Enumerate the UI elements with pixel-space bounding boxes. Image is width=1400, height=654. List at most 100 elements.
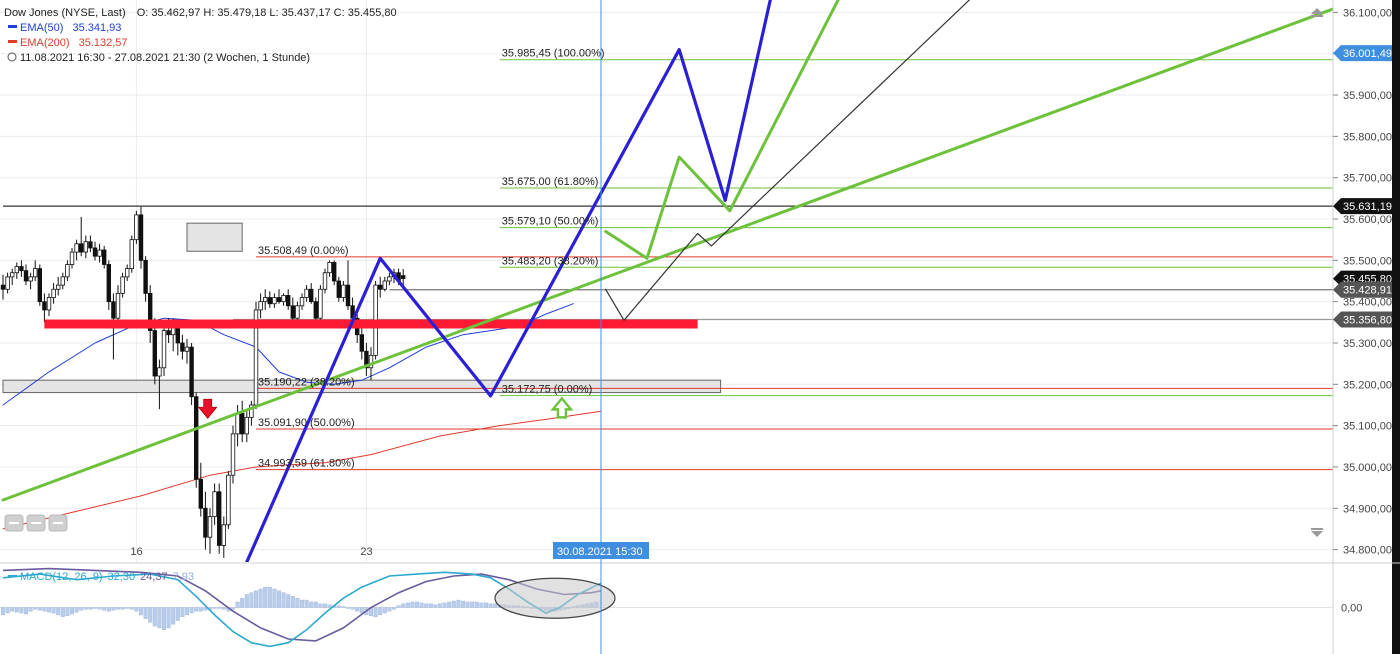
candle[interactable] — [120, 272, 125, 298]
pane-button-minimize[interactable] — [4, 514, 24, 532]
candle[interactable] — [239, 400, 245, 443]
candle[interactable] — [345, 260, 351, 310]
candle[interactable] — [272, 293, 277, 308]
candle[interactable] — [14, 262, 19, 279]
candle[interactable] — [258, 293, 263, 319]
candle[interactable] — [106, 260, 111, 310]
candle[interactable] — [359, 326, 364, 360]
candle[interactable] — [304, 285, 309, 302]
candle[interactable] — [226, 471, 231, 529]
candle[interactable] — [102, 245, 107, 269]
candle[interactable] — [364, 342, 369, 377]
candle[interactable] — [69, 247, 75, 269]
macd-histogram-bar — [138, 607, 143, 616]
ema200-legend[interactable]: EMA(200) 35.132,57 — [20, 37, 128, 49]
pane-button-restore[interactable] — [26, 514, 46, 532]
candle[interactable] — [249, 400, 254, 426]
candle[interactable] — [244, 409, 249, 443]
macd-histogram-bar — [470, 601, 475, 608]
candle[interactable] — [65, 260, 70, 281]
candle[interactable] — [60, 272, 65, 290]
candle[interactable] — [322, 268, 328, 294]
candle[interactable] — [299, 293, 305, 310]
candle-body — [175, 326, 180, 344]
macd-histogram-bar — [428, 603, 433, 608]
ema50-legend[interactable]: EMA(50) 35.341,93 — [20, 22, 121, 34]
candle-body — [262, 297, 268, 303]
candle-body — [221, 524, 226, 546]
candle[interactable] — [125, 264, 130, 281]
candle[interactable] — [134, 210, 139, 244]
candle[interactable] — [143, 256, 148, 302]
candle-body — [276, 297, 282, 303]
candle[interactable] — [180, 334, 185, 360]
candle[interactable] — [221, 516, 226, 558]
macd-histogram-bar — [175, 607, 180, 621]
candle[interactable] — [9, 268, 15, 286]
candle[interactable] — [193, 392, 199, 488]
candle[interactable] — [147, 285, 153, 343]
candle[interactable] — [327, 260, 332, 277]
candle[interactable] — [336, 276, 341, 302]
candle[interactable] — [253, 301, 259, 410]
pane-button-menu[interactable] — [48, 514, 68, 532]
candle[interactable] — [83, 235, 88, 259]
candle[interactable] — [230, 425, 236, 484]
scroll-up-icon[interactable] — [1311, 8, 1323, 14]
candle[interactable] — [46, 293, 52, 317]
candle[interactable] — [216, 483, 222, 554]
candle[interactable] — [37, 264, 42, 306]
candle-body — [46, 297, 52, 311]
candle[interactable] — [382, 276, 387, 292]
candle[interactable] — [262, 289, 268, 310]
candle[interactable] — [281, 293, 286, 306]
candle-body — [79, 243, 84, 253]
candle[interactable] — [138, 206, 144, 269]
candle[interactable] — [387, 272, 392, 286]
scroll-up-bar-icon[interactable] — [1311, 15, 1323, 17]
candle[interactable] — [377, 276, 383, 298]
candle[interactable] — [285, 289, 291, 310]
candle[interactable] — [207, 508, 213, 554]
candle[interactable] — [267, 291, 272, 308]
candle[interactable] — [341, 281, 346, 302]
candle[interactable] — [189, 342, 194, 405]
candle[interactable] — [19, 260, 24, 277]
macd-histogram-bar — [327, 604, 332, 608]
candle[interactable] — [79, 216, 84, 257]
candle[interactable] — [115, 285, 121, 323]
candle[interactable] — [318, 285, 323, 323]
candle[interactable] — [42, 293, 47, 323]
candle[interactable] — [212, 483, 217, 525]
macd-histogram-bar — [309, 601, 314, 608]
macd-layer: MACD(12, 26, 9) 32,30 24,37 7,93 — [0, 562, 1400, 648]
macd-histogram-bar — [235, 601, 240, 608]
candle[interactable] — [92, 241, 98, 261]
candle[interactable] — [235, 404, 240, 447]
scroll-down-bar-icon[interactable] — [1311, 528, 1323, 530]
candle[interactable] — [161, 326, 167, 377]
candle[interactable] — [56, 276, 61, 296]
candle[interactable] — [308, 283, 314, 304]
scroll-down-icon[interactable] — [1311, 531, 1323, 537]
candle[interactable] — [331, 260, 337, 286]
candle[interactable] — [203, 491, 208, 550]
candle[interactable] — [74, 239, 79, 261]
candle[interactable] — [97, 243, 102, 263]
candle-body — [198, 478, 203, 509]
candle[interactable] — [198, 462, 203, 517]
candle[interactable] — [88, 235, 93, 253]
candle[interactable] — [28, 272, 33, 290]
candle[interactable] — [354, 314, 360, 343]
price-tag-label: 35.356,80 — [1343, 315, 1392, 327]
candle[interactable] — [0, 274, 6, 300]
candle[interactable] — [51, 283, 56, 304]
candle[interactable] — [276, 289, 282, 304]
candle[interactable] — [33, 260, 38, 281]
price-chart[interactable]: 35.985,45 (100.00%) 35.675,00 (61.80%) 35.… — [0, 0, 1400, 654]
candle[interactable] — [5, 272, 10, 294]
green-projection-path — [604, 0, 840, 260]
macd-histogram-bar — [295, 598, 300, 608]
candle[interactable] — [129, 235, 134, 273]
candle[interactable] — [23, 264, 29, 286]
